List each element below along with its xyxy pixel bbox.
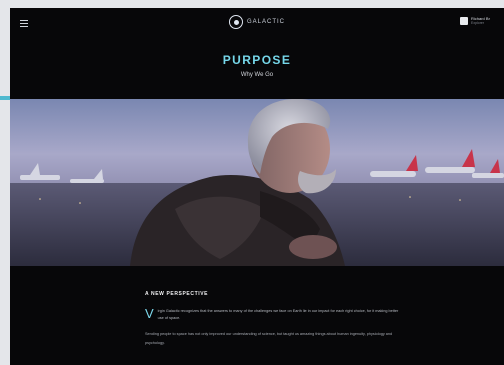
- hero-image: [10, 99, 504, 266]
- browser-viewport: GALACTIC Richard Br Explorer PURPOSE Why…: [10, 8, 504, 365]
- virgin-galactic-logo[interactable]: GALACTIC: [228, 15, 286, 29]
- page-subtitle: Why We Go: [240, 72, 274, 78]
- account-status: Explorer: [471, 21, 485, 25]
- logo-mark-icon: [228, 15, 243, 29]
- page-title: PURPOSE: [222, 53, 292, 67]
- body-paragraph: Sending people to space has not only imp…: [145, 332, 393, 345]
- section-heading: A NEW PERSPECTIVE: [145, 291, 209, 297]
- perspective-section: A NEW PERSPECTIVE V irgin Galactic recog…: [145, 291, 405, 347]
- user-icon: [460, 17, 468, 25]
- drop-cap: V: [145, 306, 154, 321]
- intro-paragraph: irgin Galactic recognizes that the answe…: [157, 309, 399, 321]
- top-navigation: GALACTIC Richard Br Explorer: [10, 8, 504, 38]
- logo-text: GALACTIC: [246, 19, 286, 25]
- hamburger-menu-icon[interactable]: [20, 20, 28, 27]
- account-menu[interactable]: Richard Br Explorer: [460, 16, 504, 25]
